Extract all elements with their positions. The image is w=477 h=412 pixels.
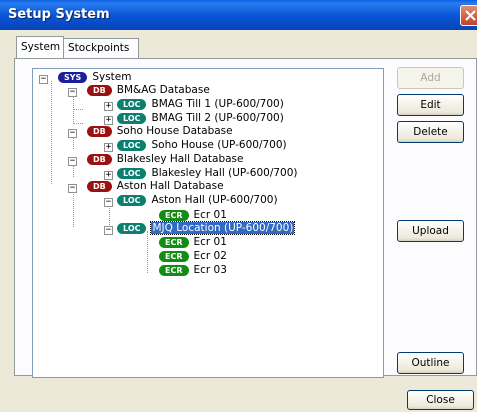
loc-badge: LOC	[117, 194, 147, 206]
tree-node-loc-blakesley[interactable]: + LOC Blakesley Hall (UP-600/700)	[104, 166, 298, 180]
collapse-icon[interactable]: −	[39, 75, 48, 84]
loc-badge: LOC	[117, 112, 147, 124]
tree-node-system[interactable]: − SYS System	[39, 70, 131, 84]
close-button[interactable]: Close	[407, 390, 474, 410]
tree-node-label: Aston Hall Database	[116, 180, 224, 192]
tree-node-label: System	[92, 71, 132, 83]
collapse-icon[interactable]: −	[68, 184, 77, 193]
tree-node-loc-mjq[interactable]: − LOC MJQ Location (UP-600/700)	[104, 221, 296, 235]
close-icon	[465, 10, 476, 21]
tree-node-label: Soho House (UP-600/700)	[151, 139, 287, 151]
tree-node-ecr-aston-01[interactable]: ECR Ecr 01	[159, 208, 227, 222]
db-badge: DB	[87, 125, 112, 137]
loc-badge: LOC	[117, 98, 147, 110]
title-bar[interactable]: Setup System	[0, 0, 477, 30]
db-badge: DB	[87, 84, 112, 96]
tree-node-label: BMAG Till 2 (UP-600/700)	[151, 112, 284, 124]
upload-button[interactable]: Upload	[397, 220, 464, 242]
system-tree[interactable]: − SYS System − DB BM&AG Database + LOC BMAG Ti…	[32, 68, 384, 378]
outline-button[interactable]: Outline	[397, 352, 464, 374]
ecr-badge: ECR	[159, 264, 189, 276]
tree-node-db-aston[interactable]: − DB Aston Hall Database	[68, 179, 224, 193]
tree-node-label: Aston Hall (UP-600/700)	[151, 194, 278, 206]
ecr-badge: ECR	[159, 209, 189, 221]
loc-badge: LOC	[117, 167, 147, 179]
expand-icon[interactable]: +	[104, 143, 113, 152]
tree-node-label-selected[interactable]: MJQ Location (UP-600/700)	[150, 221, 296, 235]
expand-icon[interactable]: +	[104, 102, 113, 111]
tree-node-label: BMAG Till 1 (UP-600/700)	[151, 98, 284, 110]
tree-node-label: Soho House Database	[116, 125, 233, 137]
tree-node-ecr-mjq-03[interactable]: ECR Ecr 03	[159, 263, 227, 277]
edit-button[interactable]: Edit	[397, 94, 464, 116]
loc-badge: LOC	[117, 139, 147, 151]
tree-node-label: Ecr 01	[193, 209, 227, 221]
window-title: Setup System	[8, 7, 110, 22]
tree-node-ecr-mjq-01[interactable]: ECR Ecr 01	[159, 235, 227, 249]
tree-node-label: Ecr 02	[193, 250, 227, 262]
add-button[interactable]: Add	[397, 67, 464, 89]
tree-node-loc-bmag-till1[interactable]: + LOC BMAG Till 1 (UP-600/700)	[104, 97, 284, 111]
window-close-button[interactable]	[460, 5, 477, 26]
tree-node-ecr-mjq-02[interactable]: ECR Ecr 02	[159, 249, 227, 263]
db-badge: DB	[87, 153, 112, 165]
tree-node-label: Blakesley Hall Database	[116, 153, 244, 165]
delete-button[interactable]: Delete	[397, 121, 464, 143]
loc-badge: LOC	[117, 222, 147, 234]
tree-node-db-bmag[interactable]: − DB BM&AG Database	[68, 83, 210, 97]
tree-node-label: Ecr 01	[193, 236, 227, 248]
tree-node-label: BM&AG Database	[116, 84, 210, 96]
tree-node-loc-bmag-till2[interactable]: + LOC BMAG Till 2 (UP-600/700)	[104, 111, 284, 125]
collapse-icon[interactable]: −	[104, 198, 113, 207]
collapse-icon[interactable]: −	[68, 157, 77, 166]
tree-node-loc-soho[interactable]: + LOC Soho House (UP-600/700)	[104, 138, 287, 152]
sys-badge: SYS	[58, 71, 88, 83]
tab-system[interactable]: System	[16, 36, 64, 58]
tree-node-label: Blakesley Hall (UP-600/700)	[151, 167, 298, 179]
tree-node-db-blakesley[interactable]: − DB Blakesley Hall Database	[68, 152, 243, 166]
tree-node-db-soho[interactable]: − DB Soho House Database	[68, 124, 233, 138]
collapse-icon[interactable]: −	[68, 88, 77, 97]
collapse-icon[interactable]: −	[68, 129, 77, 138]
db-badge: DB	[87, 180, 112, 192]
ecr-badge: ECR	[159, 236, 189, 248]
tree-node-label: Ecr 03	[193, 264, 227, 276]
tree-node-loc-aston[interactable]: − LOC Aston Hall (UP-600/700)	[104, 193, 278, 207]
tab-stockpoints[interactable]: Stockpoints	[63, 38, 139, 58]
ecr-badge: ECR	[159, 250, 189, 262]
collapse-icon[interactable]: −	[104, 226, 113, 235]
